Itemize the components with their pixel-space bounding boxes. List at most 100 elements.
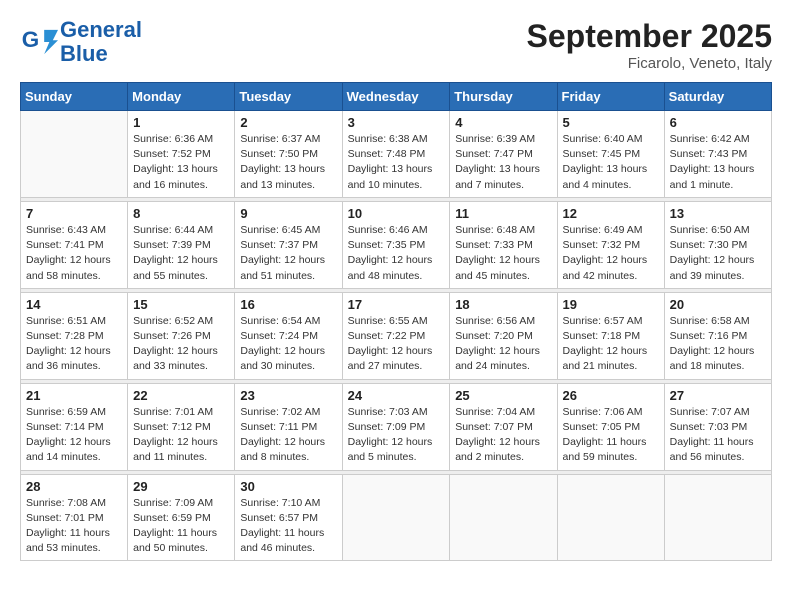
- calendar-cell: 17 Sunrise: 6:55 AM Sunset: 7:22 PM Dayli…: [342, 292, 450, 379]
- calendar-cell: 23 Sunrise: 7:02 AM Sunset: 7:11 PM Dayli…: [235, 383, 342, 470]
- day-detail: Sunrise: 6:52 AM Sunset: 7:26 PM Dayligh…: [133, 314, 229, 375]
- day-number: 12: [563, 206, 659, 221]
- calendar-cell: 14 Sunrise: 6:51 AM Sunset: 7:28 PM Dayli…: [21, 292, 128, 379]
- day-number: 22: [133, 388, 229, 403]
- day-number: 21: [26, 388, 122, 403]
- day-number: 13: [670, 206, 766, 221]
- day-number: 15: [133, 297, 229, 312]
- calendar-cell: 1 Sunrise: 6:36 AM Sunset: 7:52 PM Daylig…: [128, 111, 235, 198]
- day-number: 10: [348, 206, 445, 221]
- day-number: 9: [240, 206, 336, 221]
- day-number: 23: [240, 388, 336, 403]
- weekday-header: Wednesday: [342, 83, 450, 111]
- calendar-week-row: 7Sunrise: 6:43 AM Sunset: 7:41 PM Daylig…: [21, 201, 772, 288]
- day-number: 27: [670, 388, 766, 403]
- calendar-cell: 18 Sunrise: 6:56 AM Sunset: 7:20 PM Dayli…: [450, 292, 557, 379]
- day-detail: Sunrise: 7:03 AM Sunset: 7:09 PM Dayligh…: [348, 405, 445, 466]
- day-detail: Sunrise: 6:54 AM Sunset: 7:24 PM Dayligh…: [240, 314, 336, 375]
- calendar-cell: 16 Sunrise: 6:54 AM Sunset: 7:24 PM Dayli…: [235, 292, 342, 379]
- day-number: 4: [455, 115, 551, 130]
- calendar-cell: 21Sunrise: 6:59 AM Sunset: 7:14 PM Dayli…: [21, 383, 128, 470]
- calendar-cell: 9 Sunrise: 6:45 AM Sunset: 7:37 PM Daylig…: [235, 201, 342, 288]
- day-detail: Sunrise: 6:48 AM Sunset: 7:33 PM Dayligh…: [455, 223, 551, 284]
- calendar-week-row: 28 Sunrise: 7:08 AM Sunset: 7:01 PM Dayli…: [21, 474, 772, 561]
- day-number: 20: [670, 297, 766, 312]
- day-detail: Sunrise: 6:45 AM Sunset: 7:37 PM Dayligh…: [240, 223, 336, 284]
- calendar-cell: 13 Sunrise: 6:50 AM Sunset: 7:30 PM Dayli…: [664, 201, 771, 288]
- day-detail: Sunrise: 6:42 AM Sunset: 7:43 PM Dayligh…: [670, 132, 766, 193]
- day-detail: Sunrise: 6:50 AM Sunset: 7:30 PM Dayligh…: [670, 223, 766, 284]
- weekday-header-row: SundayMondayTuesdayWednesdayThursdayFrid…: [21, 83, 772, 111]
- calendar-cell: [342, 474, 450, 561]
- calendar-cell: 12 Sunrise: 6:49 AM Sunset: 7:32 PM Dayli…: [557, 201, 664, 288]
- calendar-cell: 3 Sunrise: 6:38 AM Sunset: 7:48 PM Daylig…: [342, 111, 450, 198]
- day-number: 18: [455, 297, 551, 312]
- day-detail: Sunrise: 7:06 AM Sunset: 7:05 PM Dayligh…: [563, 405, 659, 466]
- day-number: 26: [563, 388, 659, 403]
- calendar-week-row: 14 Sunrise: 6:51 AM Sunset: 7:28 PM Dayli…: [21, 292, 772, 379]
- day-detail: Sunrise: 6:40 AM Sunset: 7:45 PM Dayligh…: [563, 132, 659, 193]
- day-detail: Sunrise: 7:02 AM Sunset: 7:11 PM Dayligh…: [240, 405, 336, 466]
- day-detail: Sunrise: 6:58 AM Sunset: 7:16 PM Dayligh…: [670, 314, 766, 375]
- day-number: 16: [240, 297, 336, 312]
- calendar-cell: 10Sunrise: 6:46 AM Sunset: 7:35 PM Dayli…: [342, 201, 450, 288]
- day-detail: Sunrise: 6:55 AM Sunset: 7:22 PM Dayligh…: [348, 314, 445, 375]
- day-number: 11: [455, 206, 551, 221]
- calendar-cell: 29Sunrise: 7:09 AM Sunset: 6:59 PM Dayli…: [128, 474, 235, 561]
- day-number: 19: [563, 297, 659, 312]
- day-detail: Sunrise: 6:36 AM Sunset: 7:52 PM Dayligh…: [133, 132, 229, 193]
- day-detail: Sunrise: 7:07 AM Sunset: 7:03 PM Dayligh…: [670, 405, 766, 466]
- weekday-header: Sunday: [21, 83, 128, 111]
- day-number: 25: [455, 388, 551, 403]
- calendar-cell: 4 Sunrise: 6:39 AM Sunset: 7:47 PM Daylig…: [450, 111, 557, 198]
- location: Ficarolo, Veneto, Italy: [527, 55, 772, 72]
- day-detail: Sunrise: 6:37 AM Sunset: 7:50 PM Dayligh…: [240, 132, 336, 193]
- calendar-cell: [21, 111, 128, 198]
- day-number: 17: [348, 297, 445, 312]
- calendar-cell: 19Sunrise: 6:57 AM Sunset: 7:18 PM Dayli…: [557, 292, 664, 379]
- day-detail: Sunrise: 6:38 AM Sunset: 7:48 PM Dayligh…: [348, 132, 445, 193]
- day-number: 14: [26, 297, 122, 312]
- day-detail: Sunrise: 6:44 AM Sunset: 7:39 PM Dayligh…: [133, 223, 229, 284]
- calendar-cell: 27 Sunrise: 7:07 AM Sunset: 7:03 PM Dayli…: [664, 383, 771, 470]
- calendar-cell: 22 Sunrise: 7:01 AM Sunset: 7:12 PM Dayli…: [128, 383, 235, 470]
- day-number: 28: [26, 479, 122, 494]
- month-title: September 2025: [527, 18, 772, 55]
- calendar-cell: [664, 474, 771, 561]
- calendar-cell: 20 Sunrise: 6:58 AM Sunset: 7:16 PM Dayli…: [664, 292, 771, 379]
- weekday-header: Friday: [557, 83, 664, 111]
- calendar-cell: 30 Sunrise: 7:10 AM Sunset: 6:57 PM Dayli…: [235, 474, 342, 561]
- calendar-cell: 2Sunrise: 6:37 AM Sunset: 7:50 PM Daylig…: [235, 111, 342, 198]
- title-area: September 2025 Ficarolo, Veneto, Italy: [527, 18, 772, 72]
- logo-blue: Blue: [60, 42, 142, 66]
- calendar-cell: [450, 474, 557, 561]
- calendar-cell: 8 Sunrise: 6:44 AM Sunset: 7:39 PM Daylig…: [128, 201, 235, 288]
- page-header: G General Blue September 2025 Ficarolo, …: [20, 18, 772, 72]
- day-detail: Sunrise: 7:01 AM Sunset: 7:12 PM Dayligh…: [133, 405, 229, 466]
- day-number: 3: [348, 115, 445, 130]
- weekday-header: Monday: [128, 83, 235, 111]
- calendar-cell: 25 Sunrise: 7:04 AM Sunset: 7:07 PM Dayli…: [450, 383, 557, 470]
- day-detail: Sunrise: 7:08 AM Sunset: 7:01 PM Dayligh…: [26, 496, 122, 557]
- day-detail: Sunrise: 7:09 AM Sunset: 6:59 PM Dayligh…: [133, 496, 229, 557]
- calendar-cell: 5 Sunrise: 6:40 AM Sunset: 7:45 PM Daylig…: [557, 111, 664, 198]
- calendar-cell: [557, 474, 664, 561]
- day-detail: Sunrise: 6:39 AM Sunset: 7:47 PM Dayligh…: [455, 132, 551, 193]
- day-detail: Sunrise: 6:49 AM Sunset: 7:32 PM Dayligh…: [563, 223, 659, 284]
- day-number: 5: [563, 115, 659, 130]
- day-detail: Sunrise: 7:10 AM Sunset: 6:57 PM Dayligh…: [240, 496, 336, 557]
- day-number: 8: [133, 206, 229, 221]
- day-detail: Sunrise: 6:56 AM Sunset: 7:20 PM Dayligh…: [455, 314, 551, 375]
- logo-icon: G: [20, 23, 58, 61]
- calendar-cell: 15 Sunrise: 6:52 AM Sunset: 7:26 PM Dayli…: [128, 292, 235, 379]
- weekday-header: Tuesday: [235, 83, 342, 111]
- calendar-table: SundayMondayTuesdayWednesdayThursdayFrid…: [20, 82, 772, 561]
- day-number: 30: [240, 479, 336, 494]
- day-detail: Sunrise: 7:04 AM Sunset: 7:07 PM Dayligh…: [455, 405, 551, 466]
- weekday-header: Thursday: [450, 83, 557, 111]
- day-detail: Sunrise: 6:51 AM Sunset: 7:28 PM Dayligh…: [26, 314, 122, 375]
- calendar-cell: 26 Sunrise: 7:06 AM Sunset: 7:05 PM Dayli…: [557, 383, 664, 470]
- day-number: 1: [133, 115, 229, 130]
- logo: G General Blue: [20, 18, 142, 66]
- day-number: 24: [348, 388, 445, 403]
